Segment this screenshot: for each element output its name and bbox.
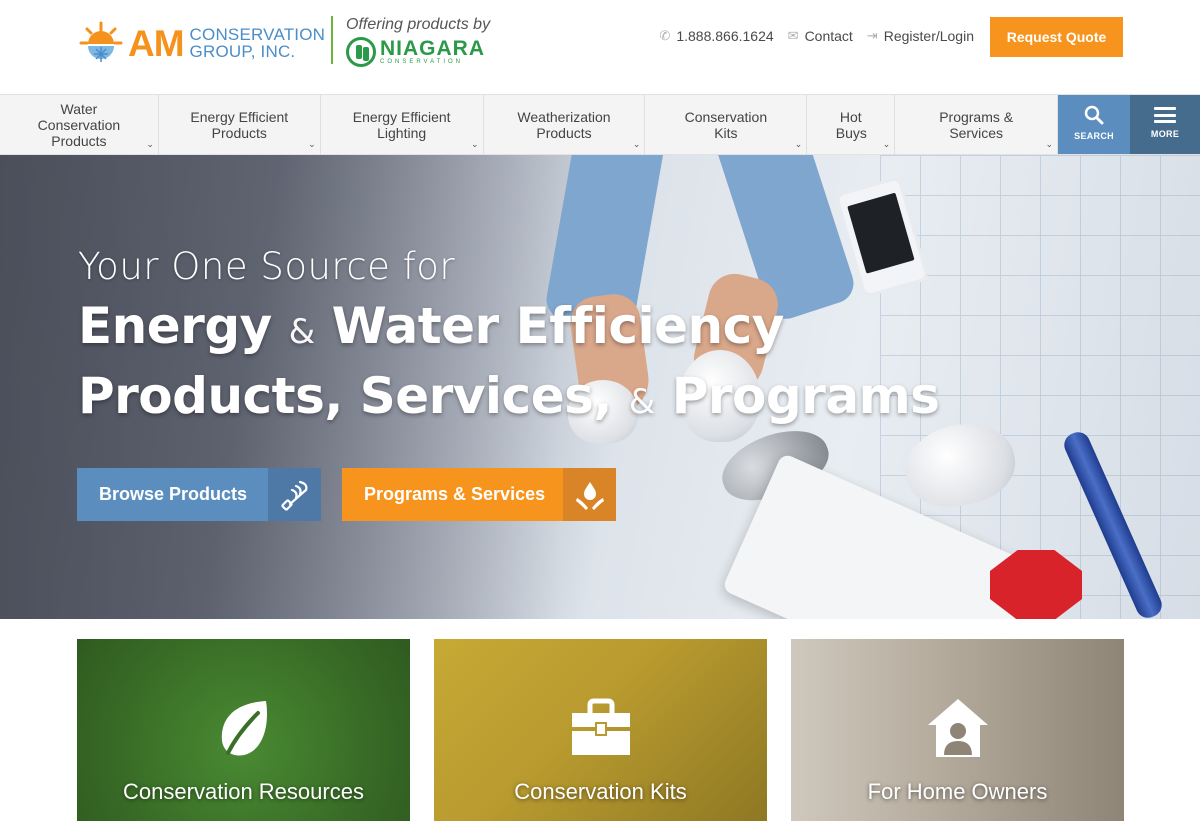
chevron-down-icon: ⌄ [471,139,479,149]
niagara-sub: CONSERVATION [380,58,464,65]
main-nav: Water Conservation Products ⌄ Energy Eff… [0,94,1200,155]
search-icon [1084,105,1104,125]
hero-title-line1: Energy & Water Efficiency [78,294,939,364]
nav-item-label: Energy Efficient Lighting [352,108,451,141]
nav-item-water-conservation[interactable]: Water Conservation Products ⌄ [0,95,159,154]
nav-item-conservation-kits[interactable]: Conservation Kits ⌄ [645,95,808,154]
hamburger-icon [1154,107,1177,123]
hero-ampersand: & [288,312,316,352]
nav-item-energy-efficient-products[interactable]: Energy Efficient Products ⌄ [159,95,321,154]
register-login-label: Register/Login [883,28,974,44]
niagara-partner-logo[interactable]: Offering products by NIAGARA CONSERVATIO… [346,16,506,68]
card-conservation-kits[interactable]: Conservation Kits [434,639,767,821]
phone-icon: ✆ [659,28,671,43]
chevron-down-icon: ⌄ [882,139,891,149]
card-conservation-resources[interactable]: Conservation Resources [77,639,410,821]
hero-title-line2: Products, Services, & Programs [78,364,940,434]
nav-item-label: Energy Efficient Products [190,108,289,141]
browse-products-label: Browse Products [77,468,268,521]
nav-item-label: Weatherization Products [517,108,611,141]
logo-divider [331,16,333,64]
hero-word-water: Water Efficiency [331,297,785,355]
cfl-bulb-icon [268,468,321,521]
nav-item-label: Programs & Services [939,108,1014,141]
hero-headline: Your One Source for Energy & Water Effic… [78,245,940,434]
chevron-down-icon: ⌄ [308,139,316,149]
browse-products-button[interactable]: Browse Products [77,468,321,521]
more-label: MORE [1150,129,1180,139]
chevron-down-icon: ⌄ [794,139,803,149]
site-header: AM CONSERVATION GROUP, INC. Offering pro… [0,0,1200,94]
utility-links: ✆ 1.888.866.1624 ✉ Contact ⇥ Register/Lo… [645,28,974,44]
card-label: Conservation Resources [123,779,364,804]
nav-item-weatherization[interactable]: Weatherization Products ⌄ [484,95,646,154]
house-person-icon [927,699,988,757]
am-conservation-logo[interactable]: AM CONSERVATION GROUP, INC. [78,18,325,68]
hero-word-programs: Programs [671,367,940,425]
logo-am-text: AM [128,22,185,64]
search-button[interactable]: SEARCH [1058,95,1131,154]
niagara-mark-icon [346,37,376,67]
hero-tagline: Your One Source for [78,245,456,288]
chevron-down-icon: ⌄ [632,139,641,149]
card-home-owners[interactable]: For Home Owners [791,639,1124,821]
contact-link[interactable]: ✉ Contact [788,28,853,44]
register-login-link[interactable]: ⇥ Register/Login [867,28,974,44]
chevron-down-icon: ⌄ [146,139,154,149]
nav-item-energy-efficient-lighting[interactable]: Energy Efficient Lighting ⌄ [321,95,484,154]
request-quote-button[interactable]: Request Quote [990,17,1123,57]
search-label: SEARCH [1074,131,1114,141]
phone-number: 1.888.866.1624 [676,28,774,44]
login-icon: ⇥ [866,28,878,43]
niagara-brand: NIAGARA CONSERVATION [346,37,506,67]
nav-item-label: Water Conservation Products [37,100,121,149]
more-menu-button[interactable]: MORE [1130,95,1200,154]
programs-services-label: Programs & Services [342,468,563,521]
offering-text: Offering products by [346,16,491,33]
hero-word-energy: Energy [78,297,272,355]
niagara-wordmark: NIAGARA CONSERVATION [380,36,485,66]
leaf-icon [221,701,267,756]
contact-label: Contact [804,28,853,44]
phone-link[interactable]: ✆ 1.888.866.1624 [659,28,773,44]
logo-line1: CONSERVATION [189,25,326,44]
logo-company-name: CONSERVATION GROUP, INC. [190,26,326,60]
nav-item-label: Hot Buys [835,108,867,141]
card-label: For Home Owners [867,779,1048,804]
nav-item-label: Conservation Kits [684,108,768,141]
hero-ampersand: & [628,382,656,422]
hero-word-products: Products, Services, [78,367,612,425]
nav-item-programs-services[interactable]: Programs & Services ⌄ [895,95,1059,154]
nav-item-hot-buys[interactable]: Hot Buys ⌄ [807,95,896,154]
sun-snowflake-icon [79,21,123,62]
programs-services-button[interactable]: Programs & Services [342,468,616,521]
hands-drop-icon [563,468,616,521]
logo-line2: GROUP, INC. [189,42,296,61]
toolbox-icon [571,698,630,755]
card-label: Conservation Kits [514,779,687,804]
niagara-name: NIAGARA [380,36,485,60]
hero-banner: Your One Source for Energy & Water Effic… [0,155,1200,619]
envelope-icon: ✉ [787,28,799,43]
chevron-down-icon: ⌄ [1045,139,1054,149]
